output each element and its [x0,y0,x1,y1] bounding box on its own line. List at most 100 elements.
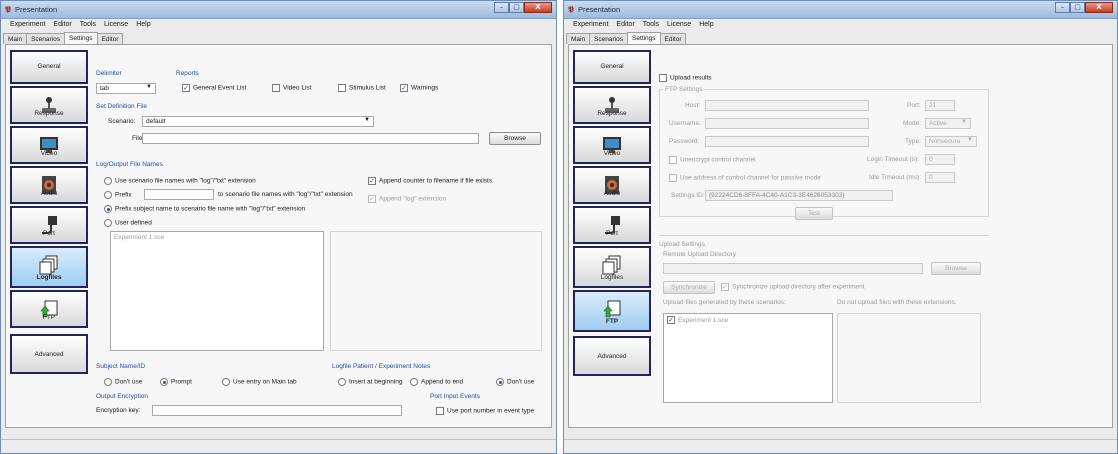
title-bar[interactable]: 𝕻 Presentation – ▢ X [1,1,556,19]
type-dropdown[interactable]: Nonsecure ▼ [925,136,977,147]
prefix-input[interactable] [144,189,214,200]
sidebar-item-advanced[interactable]: Advanced [10,334,88,374]
radio-subject-dont-use[interactable]: Don't use [104,378,142,386]
delimiter-dropdown[interactable]: tab ▼ [96,83,156,94]
video-list-checkbox[interactable]: Video List [272,84,311,92]
tab-settings[interactable]: Settings [627,32,661,44]
sidebar-item-general[interactable]: General [10,50,88,84]
excluded-extensions-box[interactable] [837,313,981,403]
radio-notes-append[interactable]: Append to end [410,378,463,386]
menu-tools[interactable]: Tools [639,19,663,31]
synchronize-button[interactable]: Synchronize [663,281,715,294]
radio-notes-insert[interactable]: Insert at beginning [338,378,402,386]
minimize-button[interactable]: – [1055,2,1070,13]
menu-license[interactable]: License [100,19,132,31]
sidebar-item-general[interactable]: General [573,50,651,84]
username-label: Username: [669,120,701,127]
port-input[interactable]: 21 [925,100,955,111]
scenario-file-list[interactable]: Experiment 1.sce [110,231,324,351]
warnings-checkbox[interactable]: ✓ Warnings [400,84,438,92]
close-button[interactable]: X [1085,2,1113,13]
sidebar-item-audio[interactable]: Audio [573,166,651,204]
log-names-title: Log/Output File Names [96,161,163,168]
sidebar-label: General [600,63,624,70]
menu-license[interactable]: License [663,19,695,31]
radio-prefix-subject[interactable]: Prefix subject name to scenario file nam… [104,205,305,213]
test-button[interactable]: Test [795,207,833,220]
sidebar-item-advanced[interactable]: Advanced [573,336,651,376]
sidebar-item-port[interactable]: Port [10,206,88,244]
tab-scenarios[interactable]: Scenarios [589,33,628,44]
upload-scenario-list[interactable]: ✓ Experiment 1.sce [663,313,833,403]
idle-timeout-input[interactable]: 0 [925,172,955,183]
encryption-title: Output Encryption [96,393,149,400]
login-timeout-label: Login Timeout (s): [867,156,920,163]
sidebar-label: General [37,63,61,70]
sync-after-checkbox[interactable]: ✓ Synchronize upload directory after expe… [721,283,865,291]
host-input[interactable] [705,100,869,111]
radio-subject-prompt[interactable]: Prompt [160,378,192,386]
radio-label: Use entry on Main tab [233,378,297,386]
password-input[interactable] [705,136,869,147]
sidebar-item-response[interactable]: Response [573,86,651,124]
menu-editor[interactable]: Editor [49,19,75,31]
encryption-key-input[interactable] [152,405,402,416]
tab-editor[interactable]: Editor [96,33,124,44]
upload-file-item[interactable]: ✓ Experiment 1.sce [667,316,728,324]
host-label: Host: [685,102,701,109]
menu-experiment[interactable]: Experiment [6,19,49,31]
list-item[interactable]: Experiment 1.sce [114,234,164,241]
sidebar-item-ftp[interactable]: FTP [573,290,651,332]
tab-settings[interactable]: Settings [64,32,98,44]
checkbox-label: Append "log" extension [379,195,447,203]
maximize-button[interactable]: ▢ [509,2,524,13]
login-timeout-input[interactable]: 0 [925,154,955,165]
sidebar-item-response[interactable]: Response [10,86,88,124]
append-log-extension-checkbox[interactable]: ✓ Append "log" extension [368,195,446,203]
presentation-window-logfiles: 𝕻 Presentation – ▢ X Experiment Editor T… [0,0,557,454]
username-input[interactable] [705,118,869,129]
menu-help[interactable]: Help [132,19,154,31]
sidebar-item-video[interactable]: Video [573,126,651,164]
general-event-list-checkbox[interactable]: ✓ General Event List [182,84,246,92]
sidebar-item-port[interactable]: Port [573,206,651,244]
remote-dir-input[interactable] [663,263,923,274]
menu-experiment[interactable]: Experiment [569,19,612,31]
tab-main[interactable]: Main [566,33,591,44]
sidebar-item-logfiles[interactable]: Logfiles [573,246,651,288]
sidebar-item-ftp[interactable]: FTP [10,290,88,328]
title-bar[interactable]: 𝕻 Presentation – ▢ X [564,1,1117,19]
sidebar-item-video[interactable]: Video [10,126,88,164]
append-counter-checkbox[interactable]: ✓ Append counter to filename if file exis… [368,177,492,185]
sidebar-label: Advanced [34,351,64,358]
set-definition-file-input[interactable] [142,133,479,144]
radio-use-scenario-names[interactable]: Use scenario file names with "log"/"txt"… [104,177,256,185]
browse-button[interactable]: Browse [489,132,541,145]
radio-notes-dont-use[interactable]: Don't use [496,378,534,386]
close-button[interactable]: X [524,2,552,13]
tab-scenarios[interactable]: Scenarios [26,33,65,44]
radio-label: User defined [115,219,152,227]
use-port-number-checkbox[interactable]: Use port number in event type [436,407,534,415]
sidebar-item-logfiles[interactable]: Logfiles [10,246,88,288]
menu-tools[interactable]: Tools [76,19,100,31]
radio-subject-main-tab[interactable]: Use entry on Main tab [222,378,297,386]
mode-dropdown[interactable]: Active ▼ [925,118,971,129]
use-address-checkbox[interactable]: Use address of control channel for passi… [669,174,821,182]
unencrypt-checkbox[interactable]: Unencrypt control channel [669,156,756,164]
stimulus-list-checkbox[interactable]: Stimulus List [338,84,386,92]
menu-help[interactable]: Help [695,19,717,31]
settings-id-field[interactable]: {92224CD6-8FFA-4C40-A1C3-3E4626053303} [705,190,893,201]
minimize-button[interactable]: – [494,2,509,13]
maximize-button[interactable]: ▢ [1070,2,1085,13]
checkbox-label: Warnings [411,84,439,92]
sidebar-item-audio[interactable]: Audio [10,166,88,204]
remote-browse-button[interactable]: Browse [931,262,981,275]
radio-prefix[interactable]: Prefix [104,191,132,199]
scenario-dropdown[interactable]: default ▼ [142,116,374,127]
upload-results-checkbox[interactable]: Upload results [659,74,712,82]
tab-main[interactable]: Main [3,33,28,44]
tab-editor[interactable]: Editor [659,33,687,44]
radio-user-defined[interactable]: User defined [104,219,152,227]
menu-editor[interactable]: Editor [612,19,638,31]
